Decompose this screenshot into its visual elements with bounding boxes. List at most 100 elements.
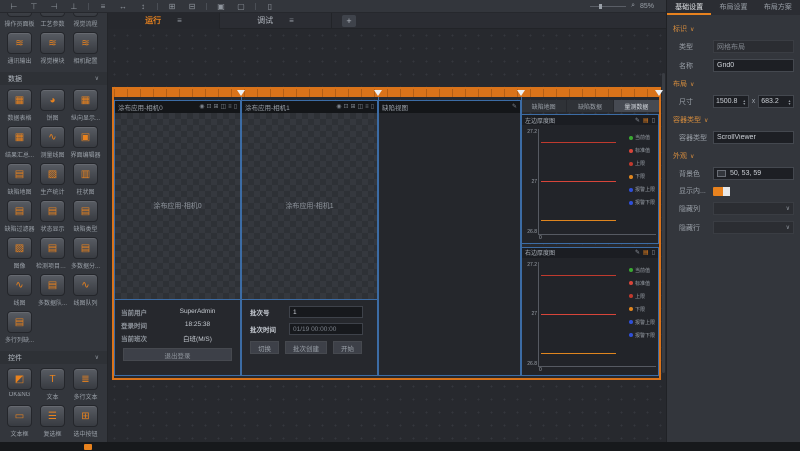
- grid0-selection-frame[interactable]: 涂布应用-相机0 ◉⊡⊞◫≡▯ 涂布应用-相机0: [112, 87, 661, 380]
- groupbox-header[interactable]: 涂布应用-相机1 ◉⊡⊞◫≡▯: [242, 101, 377, 113]
- toolbox-item[interactable]: ▭ 文本框: [3, 405, 36, 438]
- toolbox-item[interactable]: ▤ 缺陷类型: [69, 200, 102, 233]
- column-divider-handle[interactable]: [374, 90, 382, 96]
- edit-icon[interactable]: ✎: [635, 117, 640, 124]
- batch-time-input[interactable]: [289, 323, 363, 335]
- column-divider-handle[interactable]: [517, 90, 525, 96]
- toolbox-item[interactable]: ≋ 工艺参数: [36, 13, 69, 28]
- name-field[interactable]: [713, 59, 794, 72]
- toolbox-item[interactable]: ▦ 数据表格: [3, 89, 36, 122]
- same-height-icon[interactable]: ⊟: [182, 0, 202, 13]
- toolbox-item[interactable]: ∿ 测量线图: [36, 126, 69, 159]
- toolbox-item[interactable]: ⊞ 选中按钮: [69, 405, 102, 438]
- separator[interactable]: [157, 3, 158, 10]
- background-color-field[interactable]: 50, 53, 59: [713, 167, 794, 180]
- properties-tab[interactable]: 基础设置: [667, 0, 711, 15]
- status-indicator-icon[interactable]: [84, 444, 92, 450]
- display-content-toggle[interactable]: [713, 187, 730, 196]
- scale-icon[interactable]: ⊡: [206, 101, 211, 113]
- toolbox-item[interactable]: ☰ 复选框: [36, 405, 69, 438]
- separator[interactable]: [88, 3, 89, 10]
- chart-right-thickness[interactable]: 右边厚度图 ✎ ▤ ▯ 27.2: [521, 247, 659, 377]
- tab-run[interactable]: 运行 ≡: [108, 13, 220, 29]
- column-divider-handle[interactable]: [655, 90, 663, 96]
- toolbox-item[interactable]: ▤ 缺陷地图: [3, 163, 36, 196]
- align-center-horizontal-icon[interactable]: ≡: [93, 0, 113, 13]
- hide-rows-dropdown[interactable]: ∨: [713, 221, 794, 234]
- toolbox-item[interactable]: ∿ 线图: [3, 274, 36, 307]
- toolbox-item[interactable]: ▤ 多行列缺...: [3, 311, 36, 344]
- delete-icon[interactable]: ▯: [234, 101, 237, 113]
- layers-icon[interactable]: ▤: [643, 249, 649, 256]
- toolbox-item[interactable]: ≣ 多行文本: [69, 368, 102, 401]
- align-left-icon[interactable]: ⊢: [4, 0, 24, 13]
- spinner-icon[interactable]: ▴▾: [741, 99, 748, 105]
- section-container[interactable]: 容器类型 ∨: [673, 115, 794, 125]
- column-divider-handle[interactable]: [237, 90, 245, 96]
- groupbox-header[interactable]: 缺陷视图 ✎: [379, 101, 520, 113]
- add-page-button[interactable]: +: [342, 15, 356, 27]
- measure-tab[interactable]: 缺陷数据: [567, 100, 612, 112]
- toolbox-item[interactable]: ◕ 饼图: [36, 89, 69, 122]
- toolbox-item[interactable]: ▤ 多数据队...: [36, 274, 69, 307]
- toolbox-item[interactable]: ≋ 相机配置: [69, 32, 102, 65]
- toolbox-item[interactable]: ▨ 生产统计: [36, 163, 69, 196]
- align-bottom-icon[interactable]: ⊥: [64, 0, 84, 13]
- batch-number-input[interactable]: [289, 306, 363, 318]
- list-icon[interactable]: ≡: [365, 101, 369, 113]
- distribute-horizontal-icon[interactable]: ↔: [113, 0, 133, 13]
- menu-icon[interactable]: ≡: [177, 16, 182, 25]
- list-icon[interactable]: ≡: [228, 101, 232, 113]
- toolbox-item[interactable]: ▦ 结果汇总...: [3, 126, 36, 159]
- toolbox-item[interactable]: ▤ 状态显示: [36, 200, 69, 233]
- toolbox-item[interactable]: T 文本: [36, 368, 69, 401]
- batch-action-button[interactable]: 开始: [333, 341, 362, 354]
- measure-tab[interactable]: 缺陷地图: [521, 100, 566, 112]
- spinner-icon[interactable]: ▴▾: [786, 99, 793, 105]
- design-canvas[interactable]: 涂布应用-相机0 ◉⊡⊞◫≡▯ 涂布应用-相机0: [108, 29, 666, 442]
- groupbox-header[interactable]: 涂布应用-相机0 ◉⊡⊞◫≡▯: [115, 101, 240, 113]
- groupbox-defect-view[interactable]: 缺陷视图 ✎: [378, 100, 521, 376]
- properties-tab[interactable]: 布局设置: [711, 0, 755, 15]
- toolbox-group-controls[interactable]: 控件 ∨: [0, 351, 107, 364]
- groupbox-camera0[interactable]: 涂布应用-相机0 ◉⊡⊞◫≡▯ 涂布应用-相机0: [114, 100, 241, 376]
- properties-tab[interactable]: 布局方案: [756, 0, 800, 15]
- toolbox-item[interactable]: ≋ 视觉模块: [36, 32, 69, 65]
- separator[interactable]: [206, 3, 207, 10]
- eye-icon[interactable]: ◉: [199, 101, 204, 113]
- distribute-vertical-icon[interactable]: ↕: [133, 0, 153, 13]
- delete-icon[interactable]: ▯: [260, 0, 280, 13]
- toolbox-group-data[interactable]: 数据 ∨: [0, 72, 107, 85]
- bring-front-icon[interactable]: ▣: [211, 0, 231, 13]
- delete-icon[interactable]: ▯: [371, 101, 374, 113]
- toolbox-item[interactable]: ▨ 图像: [3, 237, 36, 270]
- canvas-vertical-scrollbar[interactable]: [662, 73, 665, 373]
- hide-columns-dropdown[interactable]: ∨: [713, 202, 794, 215]
- scale-icon[interactable]: ⊡: [343, 101, 348, 113]
- layers-icon[interactable]: ▤: [643, 117, 649, 124]
- toolbox-item[interactable]: ≋ 通讯输出: [3, 32, 36, 65]
- align-right-icon[interactable]: ⊣: [44, 0, 64, 13]
- eye-icon[interactable]: ◉: [336, 101, 341, 113]
- edit-icon[interactable]: ✎: [635, 249, 640, 256]
- container-type-field[interactable]: [713, 131, 794, 144]
- delete-icon[interactable]: ▯: [652, 249, 655, 256]
- menu-icon[interactable]: ≡: [289, 16, 294, 25]
- height-field[interactable]: [759, 98, 786, 105]
- measure-tab[interactable]: 量测数据: [614, 100, 659, 112]
- lock-icon[interactable]: ◫: [221, 101, 227, 113]
- delete-icon[interactable]: ▯: [652, 117, 655, 124]
- groupbox-camera1[interactable]: 涂布应用-相机1 ◉⊡⊞◫≡▯ 涂布应用-相机1: [241, 100, 378, 376]
- color-swatch[interactable]: [717, 170, 726, 177]
- toolbox-item[interactable]: ▤ 多数据分...: [69, 237, 102, 270]
- same-width-icon[interactable]: ⊞: [162, 0, 182, 13]
- edit-icon[interactable]: ✎: [512, 101, 517, 113]
- toolbox-item[interactable]: ▥ 柱状图: [69, 163, 102, 196]
- batch-action-button[interactable]: 批次创建: [285, 341, 327, 354]
- align-top-icon[interactable]: ⊤: [24, 0, 44, 13]
- copy-icon[interactable]: ⊞: [350, 101, 355, 113]
- toolbox-item[interactable]: ▦ 纵向显示...: [69, 89, 102, 122]
- chart-left-thickness[interactable]: 左边厚度图 ✎ ▤ ▯ 27.2: [521, 114, 659, 244]
- width-field[interactable]: [714, 98, 741, 105]
- section-layout[interactable]: 布局 ∨: [673, 79, 794, 89]
